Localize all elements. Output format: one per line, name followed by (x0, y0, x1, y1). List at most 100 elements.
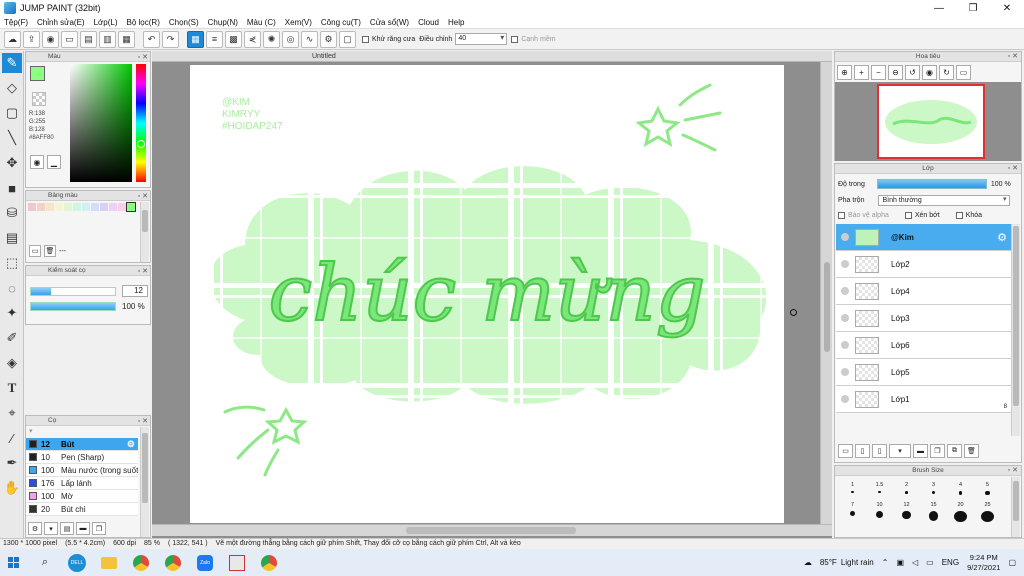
hue-knob[interactable] (137, 140, 145, 148)
snap-vanish-icon[interactable]: ⋞ (244, 30, 261, 48)
snap-parallel-icon[interactable]: ≡ (206, 30, 223, 48)
brush-size-option[interactable]: 12 (893, 502, 920, 522)
menu-window[interactable]: Cửa sổ(W) (370, 18, 409, 27)
weather-icon[interactable]: ☁ (804, 558, 812, 567)
correction-select[interactable]: 40 (455, 33, 508, 45)
pen-tool-icon[interactable]: ✎ (2, 53, 22, 73)
menu-select[interactable]: Chọn(S) (169, 18, 199, 27)
file-explorer-icon[interactable] (96, 552, 122, 574)
brush-size-slider[interactable] (30, 286, 116, 296)
palette-swatch[interactable] (91, 203, 99, 211)
open-icon[interactable]: ▭ (61, 30, 78, 48)
visibility-toggle-icon[interactable] (841, 233, 849, 241)
brush-group-toggle-icon[interactable]: ▾ (29, 427, 33, 435)
panel-close-icon[interactable]: ▫ ✕ (1008, 466, 1018, 476)
transparent-color[interactable] (32, 92, 46, 106)
canvas-vscroll-thumb[interactable] (824, 262, 830, 352)
antialias-check-box[interactable] (362, 35, 369, 43)
palette-swatch[interactable] (73, 203, 81, 211)
chrome-icon-2[interactable] (160, 552, 186, 574)
zoom-actual-icon[interactable]: ⊖ (888, 65, 903, 80)
clipping-checkbox[interactable]: Xén bớt (904, 212, 940, 219)
fit-icon[interactable]: ▦ (118, 30, 135, 48)
language-indicator[interactable]: ENG (942, 558, 959, 567)
antialias-checkbox[interactable]: Khử răng cưa (362, 35, 415, 43)
layer-menu-icon[interactable]: ▾ (889, 444, 911, 458)
layer-row[interactable]: Lớp1 8 (836, 386, 1011, 413)
zoom-out-icon[interactable]: − (871, 65, 886, 80)
save-icon[interactable]: ▤ (80, 30, 97, 48)
rotate-right-icon[interactable]: ↻ (939, 65, 954, 80)
chrome-icon[interactable] (128, 552, 154, 574)
palette-swatch[interactable] (100, 203, 108, 211)
palette-swatch[interactable] (28, 203, 36, 211)
flip-icon[interactable]: ▭ (956, 65, 971, 80)
brush-size-option[interactable]: 2 (893, 482, 920, 502)
brush-size-scrollbar[interactable] (1011, 477, 1020, 537)
select-pen-tool-icon[interactable]: ✐ (2, 328, 22, 348)
text-tool-icon[interactable]: T (2, 378, 22, 398)
lock-checkbox[interactable]: Khóa (955, 212, 982, 219)
lock-box[interactable] (955, 212, 963, 219)
palette-swatch[interactable] (46, 203, 54, 211)
panel-close-icon[interactable]: ▫ ✕ (138, 267, 148, 277)
foreground-color[interactable] (30, 66, 45, 81)
brush-scroll-thumb[interactable] (142, 433, 148, 503)
layer-settings-gear-icon[interactable]: ⚙ (997, 231, 1007, 244)
visibility-toggle-icon[interactable] (841, 287, 849, 295)
snap-cross-icon[interactable]: ▩ (225, 30, 242, 48)
move-tool-icon[interactable]: ✥ (2, 153, 22, 173)
brush-item[interactable]: 20 Bút chì (26, 503, 138, 516)
delete-layer-icon[interactable]: 🗑 (964, 444, 979, 458)
brush-item[interactable]: 12 Bút ⚙ (26, 438, 138, 451)
edge-check-box[interactable] (511, 35, 519, 43)
rectangle-tool-icon[interactable]: ▢ (2, 103, 22, 123)
brush-copy-icon[interactable]: ❐ (92, 522, 106, 535)
panel-close-icon[interactable]: ▫ ✕ (138, 417, 148, 427)
brush-size-option[interactable]: 4 (947, 482, 974, 502)
minimize-button[interactable]: — (922, 0, 956, 16)
saturation-value-picker[interactable] (70, 64, 132, 182)
brush-size-option[interactable]: 25 (974, 502, 1001, 522)
brush-size-option[interactable]: 5 (974, 482, 1001, 502)
panel-close-icon[interactable]: ▫ ✕ (138, 53, 148, 63)
chrome-icon-3[interactable] (256, 552, 282, 574)
brush-settings-icon[interactable]: ⚙ (28, 522, 42, 535)
panel-close-icon[interactable]: ▫ ✕ (1008, 164, 1018, 174)
menu-cloud[interactable]: Cloud (418, 18, 439, 27)
brush-export-icon[interactable]: ▤ (60, 522, 74, 535)
snap-radial-icon[interactable]: ✺ (263, 30, 280, 48)
brush-size-option[interactable]: 7 (839, 502, 866, 522)
dell-icon[interactable]: DELL (64, 552, 90, 574)
brush-size-option[interactable]: 20 (947, 502, 974, 522)
zalo-icon[interactable]: Zalo (192, 552, 218, 574)
hand-tool-icon[interactable]: ✋ (2, 478, 22, 498)
magic-wand-tool-icon[interactable]: ✦ (2, 303, 22, 323)
new-layer-icon[interactable]: ▭ (838, 444, 853, 458)
layer-opacity-slider[interactable] (876, 179, 987, 189)
layer-row[interactable]: Lớp3 (836, 305, 1011, 332)
maximize-button[interactable]: ❐ (956, 0, 990, 16)
snap-circle-icon[interactable]: ◎ (282, 30, 299, 48)
canvas-hscroll-thumb[interactable] (406, 527, 576, 534)
menu-edit[interactable]: Chỉnh sửa(E) (37, 18, 85, 27)
brush-size-option[interactable]: 1.5 (866, 482, 893, 502)
new-palette-icon[interactable]: ▭ (29, 245, 41, 257)
export-icon[interactable]: ⇪ (23, 30, 40, 48)
start-button[interactable] (0, 552, 26, 574)
color-wheel-icon[interactable]: ◉ (30, 155, 44, 169)
weather-temp[interactable]: 85°F (820, 558, 837, 567)
cloud-icon[interactable]: ☁ (4, 30, 21, 48)
weather-text[interactable]: Light rain (841, 558, 874, 567)
palette-scroll-thumb[interactable] (142, 210, 148, 232)
layer-row[interactable]: Lớp2 (836, 251, 1011, 278)
brush-folder-icon[interactable]: ▬ (76, 522, 90, 535)
layer-blend-select[interactable]: Bình thường (878, 195, 1011, 206)
dropper-tool-icon[interactable]: ✒ (2, 453, 22, 473)
undo-icon[interactable]: ↶ (143, 30, 160, 48)
visibility-toggle-icon[interactable] (841, 341, 849, 349)
visibility-toggle-icon[interactable] (841, 314, 849, 322)
menu-view[interactable]: Xem(V) (285, 18, 312, 27)
navigator-preview-area[interactable] (835, 82, 1021, 161)
brush-item[interactable]: 176 Lấp lánh (26, 477, 138, 490)
